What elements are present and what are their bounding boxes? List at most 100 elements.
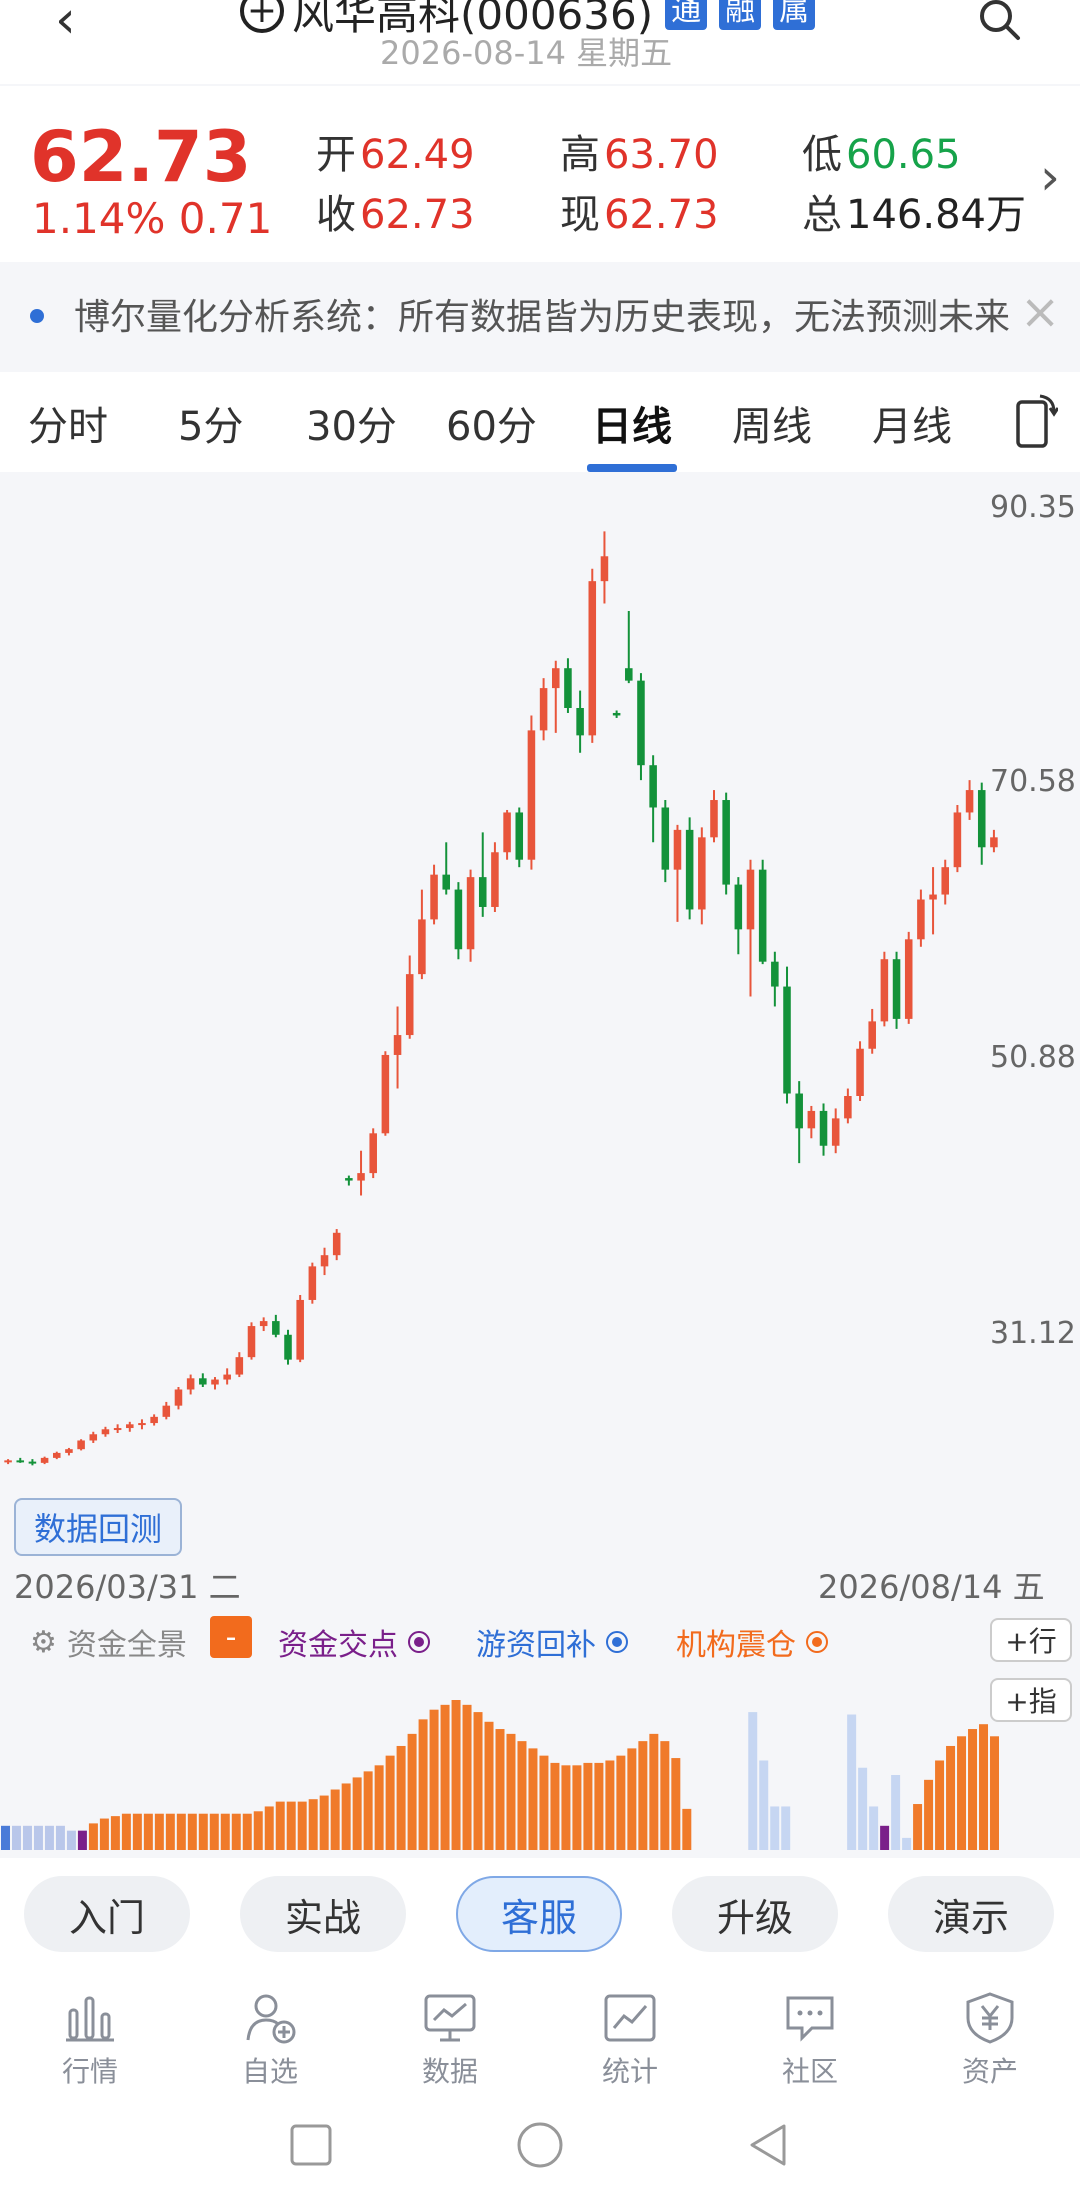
start-date-label: 2026/03/31 二: [14, 1568, 241, 1606]
flow-bar: [957, 1736, 967, 1850]
nav-item-stats[interactable]: 统计: [570, 1990, 690, 2090]
candle: [65, 1447, 73, 1456]
candlestick-canvas: [4, 531, 998, 1466]
candle: [600, 531, 609, 604]
pill-demo[interactable]: 演示: [888, 1876, 1054, 1952]
back-button[interactable]: ‹: [55, 0, 76, 46]
candle: [539, 678, 548, 741]
candle: [929, 867, 937, 935]
candle: [904, 931, 913, 1024]
tab-weekly[interactable]: 周线: [732, 394, 812, 452]
tab-30min[interactable]: 30分: [306, 394, 397, 452]
pill-service[interactable]: 客服: [456, 1876, 622, 1952]
radio-dot-icon: [606, 1631, 628, 1653]
pill-practice[interactable]: 实战: [240, 1876, 406, 1952]
tag-tong: 通: [665, 0, 708, 30]
chevron-right-icon[interactable]: ›: [1040, 148, 1060, 206]
tab-daily[interactable]: 日线: [592, 394, 672, 452]
flow-bar: [253, 1811, 263, 1850]
flow-bar: [781, 1806, 791, 1850]
candle: [527, 715, 536, 870]
flow-bar: [385, 1755, 395, 1850]
candle: [625, 611, 633, 684]
flow-bar: [132, 1813, 142, 1850]
candle: [612, 710, 621, 718]
candle: [454, 882, 463, 960]
candle: [673, 824, 682, 922]
tab-5min[interactable]: 5分: [178, 394, 243, 452]
legend-item-institution[interactable]: 机构震仓: [676, 1620, 828, 1664]
candle: [868, 1008, 876, 1054]
pill-upgrade[interactable]: 升级: [672, 1876, 838, 1952]
nav-item-community[interactable]: 社区: [750, 1990, 870, 2090]
plus-circle-icon[interactable]: +: [240, 0, 284, 33]
legend-item-cross[interactable]: 资金交点: [278, 1620, 430, 1664]
tab-60min[interactable]: 60分: [446, 394, 537, 452]
collapse-button[interactable]: -: [210, 1616, 252, 1658]
open-cell: 开 62.49: [316, 132, 475, 178]
candle: [126, 1421, 134, 1432]
high-cell: 高 63.70: [560, 132, 719, 178]
flow-bar: [407, 1733, 417, 1850]
flow-bar: [550, 1762, 560, 1850]
close-cell: 收 62.73: [316, 192, 475, 238]
search-icon[interactable]: [976, 0, 1024, 44]
legend-item-hot-money[interactable]: 游资回补: [476, 1620, 628, 1664]
flow-bar: [1, 1825, 10, 1850]
tab-monthly[interactable]: 月线: [872, 394, 952, 452]
flow-bar: [363, 1771, 373, 1850]
bottom-nav: 行情 自选 数据 统计 社区 资产: [0, 1978, 1080, 2098]
recent-apps-icon[interactable]: [286, 2120, 336, 2170]
candle: [551, 660, 560, 733]
candle: [965, 780, 974, 820]
home-icon[interactable]: [515, 2120, 565, 2170]
indicator-title[interactable]: ⚙ 资金全景: [30, 1620, 187, 1664]
tab-fenshi[interactable]: 分时: [28, 394, 108, 452]
flow-bar: [660, 1741, 670, 1850]
nav-item-watchlist[interactable]: 自选: [210, 1990, 330, 2090]
active-tab-indicator: [587, 464, 677, 472]
candle: [89, 1431, 98, 1443]
close-icon[interactable]: ×: [1020, 284, 1060, 340]
monitor-chart-icon: [424, 1994, 476, 2042]
flow-bar: [682, 1808, 692, 1850]
y-tick-label: 90.35: [990, 490, 1076, 525]
flow-bar: [572, 1765, 582, 1850]
flow-bar: [638, 1741, 648, 1850]
candle: [515, 807, 524, 868]
system-back-icon[interactable]: [744, 2120, 794, 2170]
flow-bar: [990, 1736, 999, 1850]
flow-bar: [66, 1830, 76, 1850]
quote-panel[interactable]: 62.73 1.14% 0.71 开 62.49 收 62.73 高 63.70…: [0, 86, 1080, 262]
y-tick-label: 50.88: [990, 1040, 1076, 1075]
notice-bar: 博尔量化分析系统：所有数据皆为历史表现，无法预测未来 ×: [0, 264, 1080, 364]
backtest-button[interactable]: 数据回测: [14, 1498, 182, 1556]
flow-bar: [594, 1762, 604, 1850]
flow-bar: [44, 1825, 54, 1850]
kline-chart[interactable]: 90.35 70.58 50.88 31.12 数据回测 2026/03/31 …: [0, 474, 1080, 1606]
chevron-left-icon: ‹: [55, 0, 76, 50]
candle: [758, 859, 767, 965]
candle: [345, 1175, 353, 1186]
flow-bar: [671, 1758, 681, 1850]
candle: [466, 869, 475, 962]
candle: [211, 1377, 219, 1390]
flow-bar: [561, 1765, 571, 1850]
yen-shield-icon: [966, 1992, 1014, 2044]
add-row-button[interactable]: +行: [990, 1618, 1072, 1662]
flow-bar: [22, 1825, 32, 1850]
current-cell: 现 62.73: [560, 192, 719, 238]
nav-item-assets[interactable]: 资产: [930, 1990, 1050, 2090]
notice-text: 博尔量化分析系统：所有数据皆为历史表现，无法预测未来: [74, 297, 1011, 338]
candle: [16, 1457, 25, 1463]
candle: [186, 1374, 195, 1395]
nav-item-market[interactable]: 行情: [30, 1990, 150, 2090]
flow-bar: [847, 1714, 857, 1850]
candle: [138, 1419, 146, 1430]
trend-icon: [604, 1994, 656, 2042]
nav-item-data[interactable]: 数据: [390, 1990, 510, 2090]
rotate-screen-icon[interactable]: [1014, 392, 1058, 452]
candle: [101, 1426, 110, 1437]
candle: [880, 951, 889, 1027]
pill-intro[interactable]: 入门: [24, 1876, 190, 1952]
